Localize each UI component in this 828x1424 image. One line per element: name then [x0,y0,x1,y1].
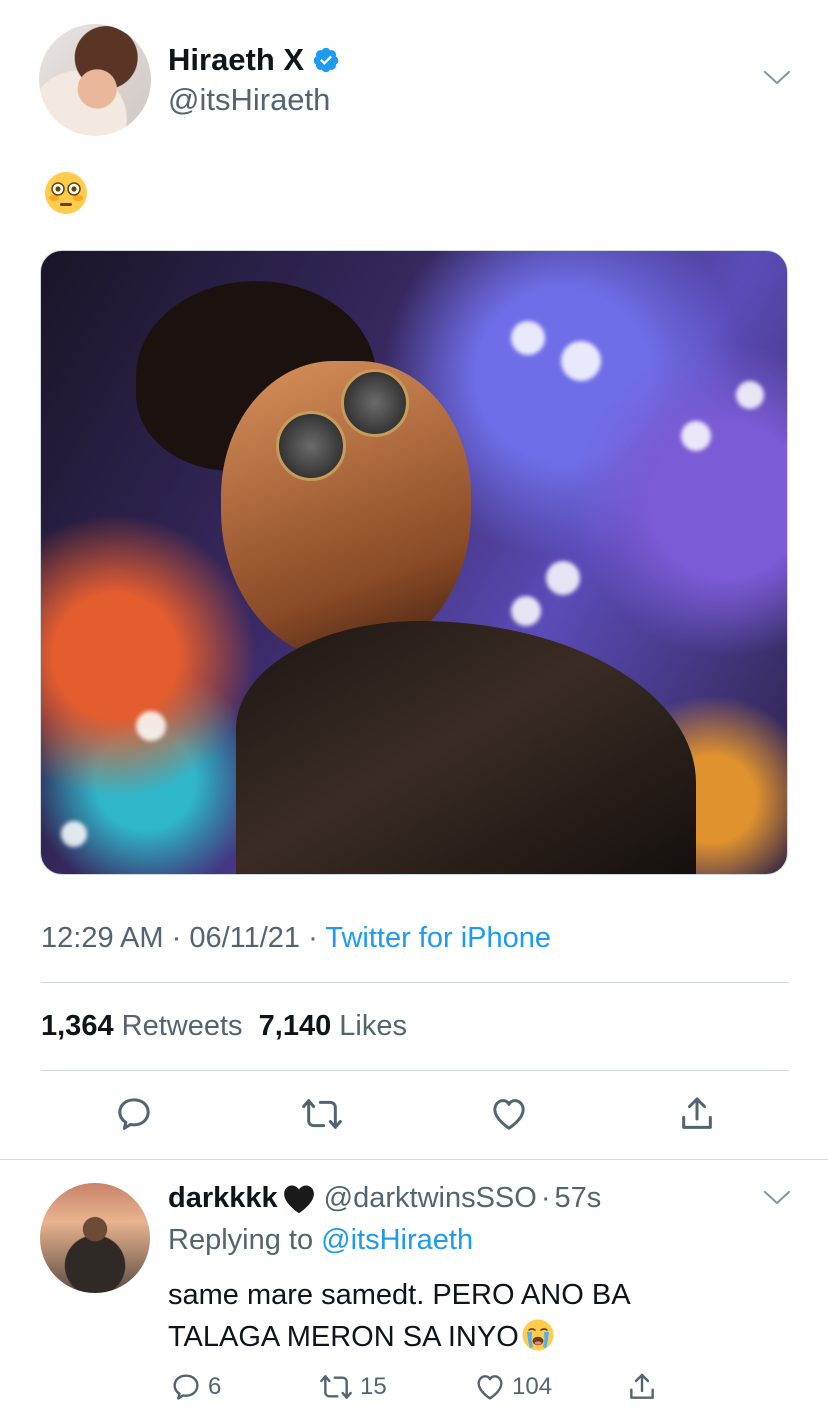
retweet-icon [320,1375,352,1399]
reply-icon [118,1098,150,1130]
heart-icon [493,1099,525,1130]
like-count: 104 [512,1373,553,1400]
divider [41,1070,789,1071]
like-button[interactable] [489,1094,529,1134]
meta-separator: · [171,922,182,954]
photo-jacket [236,621,696,874]
reply-author-name[interactable]: darkkkk [168,1182,278,1215]
black-heart-emoji-icon [283,1185,314,1213]
reply-share-button[interactable] [626,1371,658,1403]
retweets-stat[interactable]: 1,364 Retweets [41,1010,243,1042]
reply-author-handle[interactable]: @darktwinsSSO [324,1182,537,1215]
retweets-label: Retweets [121,1010,243,1042]
replying-to-line: Replying to @itsHiraeth [168,1224,473,1257]
reply-text: same mare samedt. PERO ANO BA TALAGA MER… [168,1274,768,1358]
replying-to-label: Replying to [168,1224,314,1256]
meta-separator: · [540,1182,551,1214]
bokeh-light [736,381,764,409]
author-handle[interactable]: @itsHiraeth [168,82,330,118]
share-icon [630,1373,654,1399]
reply-time[interactable]: 57s [555,1182,602,1215]
tweet-timestamp-line: 12:29 AM · 06/11/21 · Twitter for iPhone [41,922,551,955]
flushed-face-emoji-icon [45,172,87,214]
reply-count: 6 [208,1373,222,1400]
heart-icon [477,1375,503,1400]
bokeh-light [61,821,87,847]
retweet-count: 15 [360,1373,387,1400]
divider [0,1159,828,1160]
reply-text-line: TALAGA MERON SA INYO [168,1321,519,1353]
reply-author-avatar[interactable] [40,1183,150,1293]
tweet-photo[interactable] [40,250,788,875]
retweets-count: 1,364 [41,1010,114,1042]
bokeh-light [511,321,545,355]
tweet-source-link[interactable]: Twitter for iPhone [325,922,551,954]
reply-icon [173,1374,199,1400]
author-display-name[interactable]: Hiraeth X [168,42,304,78]
tweet-stats: 1,364 Retweets 7,140 Likes [41,1010,407,1043]
share-button[interactable] [677,1094,717,1134]
bokeh-light [511,596,541,626]
reply-retweet-button[interactable]: 15 [318,1371,387,1403]
share-icon [682,1097,712,1129]
reply-header: darkkkk @darktwinsSSO · 57s [168,1182,601,1215]
loudly-crying-face-emoji-icon [522,1319,554,1351]
bokeh-light [546,561,580,595]
tweet-date[interactable]: 06/11/21 [189,922,300,954]
replying-to-handle[interactable]: @itsHiraeth [321,1224,473,1256]
verified-badge-icon [313,47,339,73]
photo-sunglasses-right [341,369,409,437]
retweet-button[interactable] [300,1094,344,1134]
tweet-time[interactable]: 12:29 AM [41,922,164,954]
bokeh-light [561,341,601,381]
chevron-down-icon[interactable] [763,70,791,86]
bokeh-light [681,421,711,451]
likes-count: 7,140 [258,1010,332,1042]
author-name-row: Hiraeth X [168,42,340,78]
reply-button[interactable] [114,1094,154,1134]
retweet-icon [302,1099,342,1129]
reply-text-line-2: TALAGA MERON SA INYO [168,1316,768,1358]
photo-sunglasses-left [276,411,346,481]
reply-like-button[interactable]: 104 [474,1371,552,1403]
chevron-down-icon[interactable] [763,1190,791,1206]
reply-text-line: same mare samedt. PERO ANO BA [168,1279,631,1311]
reply-reply-button[interactable]: 6 [170,1371,221,1403]
divider [41,982,789,983]
meta-separator: · [308,922,318,954]
likes-label: Likes [339,1010,407,1042]
bokeh-light [136,711,166,741]
likes-stat[interactable]: 7,140 Likes [259,1010,407,1042]
author-avatar[interactable] [39,24,151,136]
